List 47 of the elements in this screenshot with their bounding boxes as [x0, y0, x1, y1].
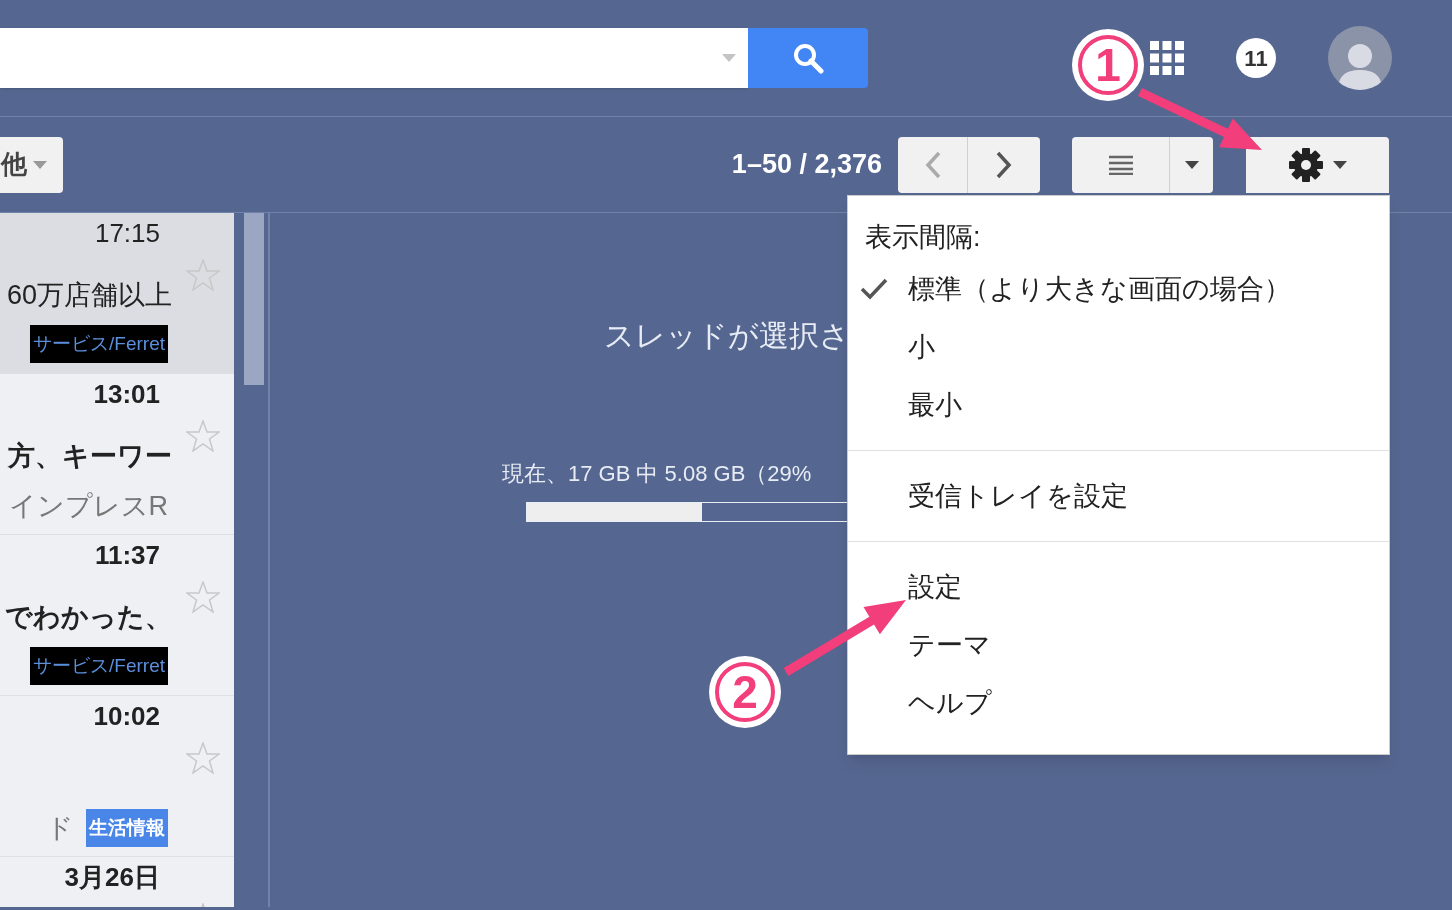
caret-icon	[1184, 160, 1199, 169]
menu-option[interactable]: 小	[848, 318, 1389, 376]
message-subject: 60万店舗以上	[6, 279, 172, 312]
no-thread-selected-message: スレッドが選択さ	[604, 318, 850, 354]
chevron-right-icon	[996, 150, 1012, 179]
storage-usage-text: 現在、17 GB 中 5.08 GB（29%	[502, 460, 812, 488]
message-label: サービス/Ferret	[30, 325, 168, 363]
menu-option[interactable]: 最小	[848, 376, 1389, 434]
star-icon[interactable]	[186, 581, 220, 613]
star-icon[interactable]	[186, 742, 220, 774]
message-time: 10:02	[93, 700, 160, 732]
more-dropdown-button[interactable]: 他	[0, 136, 63, 193]
caret-icon	[722, 54, 736, 62]
caret-icon	[33, 160, 47, 169]
message-label: 生活情報	[86, 809, 168, 848]
menu-item[interactable]: テーマ	[848, 616, 1389, 674]
message-time: 11:37	[94, 539, 160, 571]
settings-button[interactable]	[1246, 136, 1389, 193]
message-time: 3月26日	[64, 861, 160, 893]
menu-heading: 表示間隔:	[864, 220, 982, 254]
scrollbar[interactable]	[244, 213, 264, 385]
message-snippet: インプレスR	[8, 490, 168, 523]
apps-grid-icon[interactable]	[1150, 41, 1184, 75]
menu-item[interactable]: 設定	[848, 558, 1389, 616]
list-icon	[1108, 154, 1133, 175]
message-time: 17:15	[94, 217, 160, 249]
annotation-number-badge: 1	[1072, 29, 1144, 101]
caret-icon	[1332, 160, 1347, 169]
search-field[interactable]	[0, 28, 748, 88]
menu-item[interactable]: ヘルプ	[848, 674, 1389, 732]
menu-item[interactable]: 受信トレイを設定	[848, 467, 1389, 525]
search-icon	[792, 42, 824, 74]
message-time: 13:01	[93, 378, 160, 410]
message-label: サービス/Ferret	[30, 647, 168, 685]
annotation-number-badge: 2	[709, 656, 781, 728]
message-subject: 方、キーワー	[8, 440, 172, 473]
menu-option[interactable]: 標準（より大きな画面の場合）	[848, 260, 1389, 318]
message-row[interactable]: 17:15 60万店舗以上 サービス/Ferret	[0, 213, 234, 374]
chevron-left-icon	[924, 150, 941, 179]
message-snippet: ド	[46, 812, 74, 845]
message-subject: でわかった、	[5, 601, 172, 634]
star-icon[interactable]	[186, 420, 220, 452]
notification-count-badge[interactable]: 11	[1236, 38, 1276, 78]
pager-text: 1–50 / 2,376	[731, 148, 882, 182]
star-icon[interactable]	[186, 259, 220, 291]
checkmark-icon	[860, 278, 888, 300]
search-button[interactable]	[748, 28, 868, 88]
